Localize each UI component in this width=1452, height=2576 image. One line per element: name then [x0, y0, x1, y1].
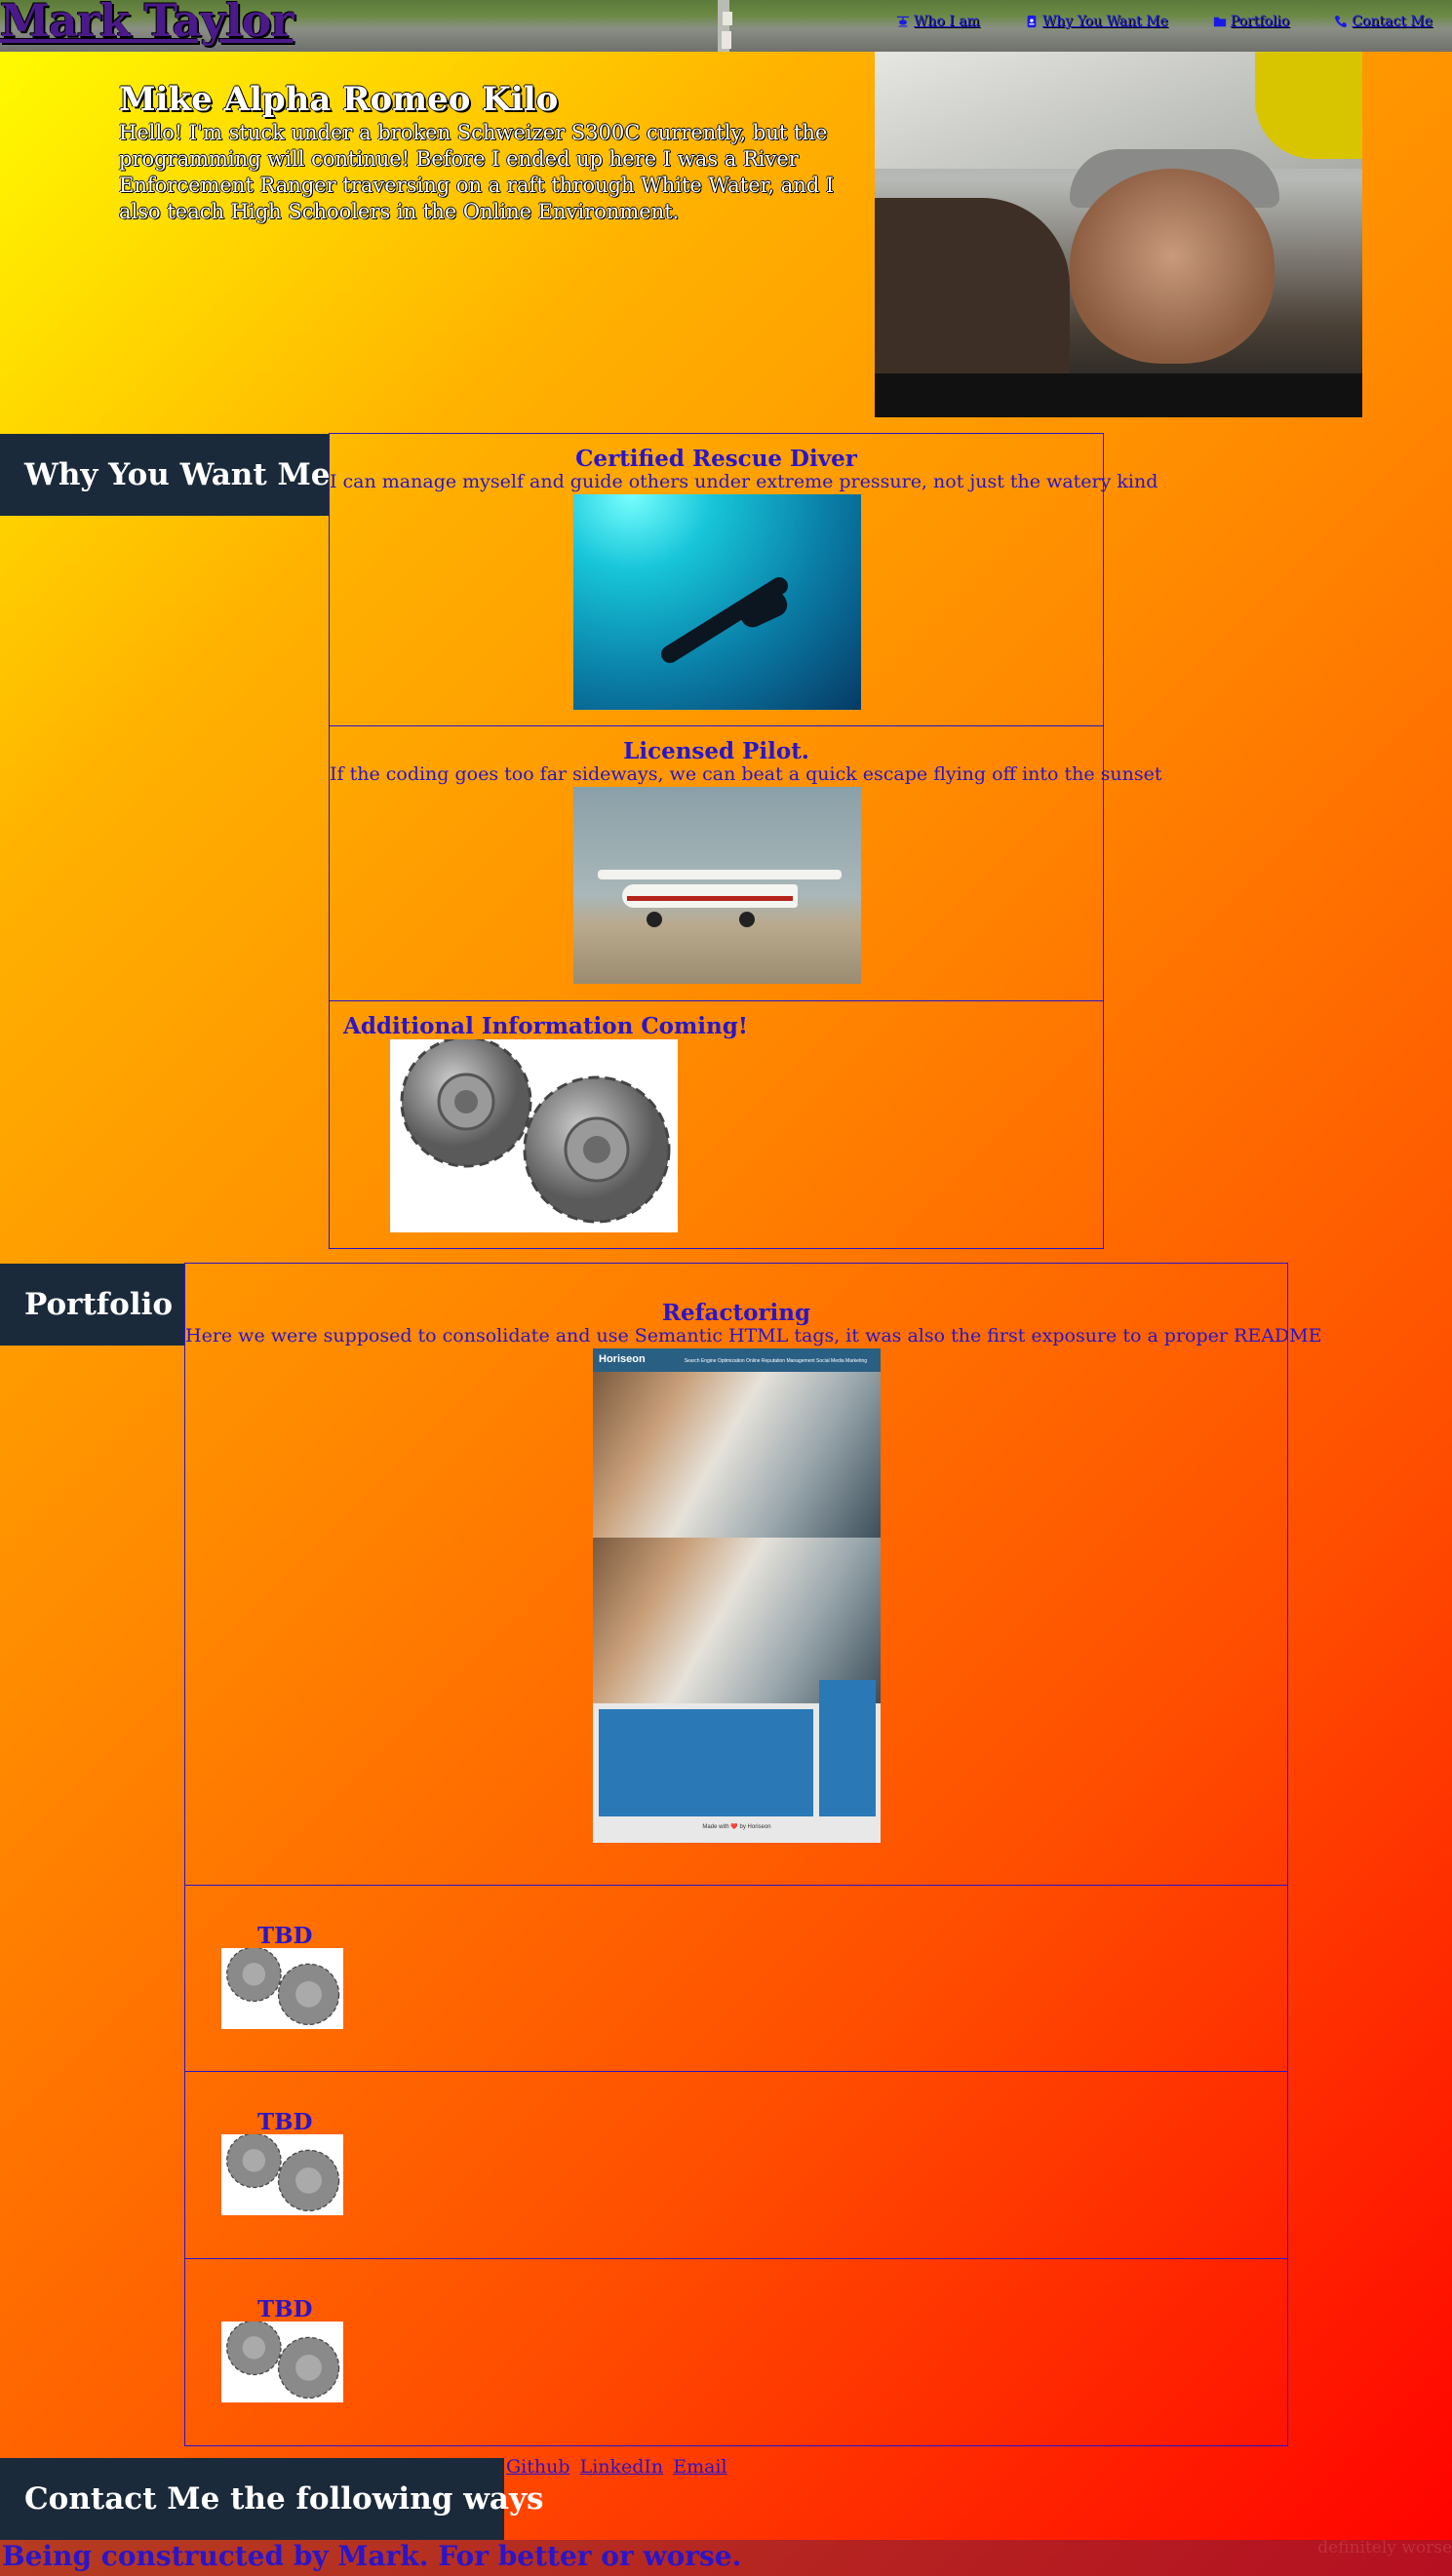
- profile-photo: [875, 52, 1362, 417]
- card-title: Additional Information Coming!: [343, 1013, 748, 1039]
- helicopter-icon: [896, 16, 910, 27]
- site-header: Mark Taylor Who I am Why You Want Me Por…: [0, 0, 1452, 52]
- linkedin-link[interactable]: LinkedIn: [580, 2456, 664, 2478]
- gears-image: [221, 2134, 343, 2215]
- gears-icon: [400, 1039, 671, 1224]
- section-label-why: Why You Want Me: [0, 434, 331, 516]
- nav-label: Portfolio: [1230, 14, 1290, 29]
- gears-icon: [226, 2322, 340, 2400]
- runway-stripe: [722, 31, 731, 49]
- screenshot-header: Horiseon Search Engine Optimization Onlin…: [593, 1348, 881, 1372]
- gears-image: [221, 2322, 343, 2402]
- why-card-diver: Certified Rescue Diver I can manage myse…: [329, 433, 1158, 726]
- folder-icon: [1213, 17, 1226, 27]
- card-title: TBD: [257, 1923, 313, 1949]
- nav-label: Contact Me: [1352, 14, 1432, 29]
- portfolio-card-refactoring: Refactoring Here we were supposed to con…: [184, 1263, 1322, 1886]
- gears-icon: [226, 2134, 340, 2212]
- hero-bio: Hello! I'm stuck under a broken Schweize…: [119, 121, 835, 223]
- portfolio-card-tbd: TBD: [184, 2071, 1288, 2259]
- phone-icon: [1335, 15, 1348, 28]
- nav-label: Why You Want Me: [1041, 14, 1168, 29]
- why-card-more: Additional Information Coming!: [329, 1000, 1104, 1249]
- hero-name: Mike Alpha Romeo Kilo: [119, 80, 559, 119]
- gears-icon: [226, 1948, 340, 2026]
- section-label-contact: Contact Me the following ways: [0, 2458, 543, 2540]
- card-title: TBD: [257, 2109, 313, 2135]
- card-title: Licensed Pilot.: [623, 738, 809, 764]
- card-text: Here we were supposed to consolidate and…: [185, 1325, 1322, 1347]
- card-title: Refactoring: [661, 1300, 811, 1326]
- nav-why-you-want-me[interactable]: Why You Want Me: [1025, 14, 1168, 29]
- diver-image: [573, 494, 861, 710]
- refactoring-screenshot: Horiseon Search Engine Optimization Onlin…: [593, 1348, 881, 1843]
- card-text: If the coding goes too far sideways, we …: [330, 763, 1162, 785]
- main-nav: Who I am Why You Want Me Portfolio Conta…: [896, 14, 1432, 29]
- brand-link[interactable]: Mark Taylor: [0, 0, 294, 47]
- footer-note: definitely worse: [1317, 2538, 1452, 2557]
- card-text: I can manage myself and guide others und…: [330, 471, 1158, 492]
- email-link[interactable]: Email: [673, 2456, 726, 2478]
- contact-links: Github LinkedIn Email: [506, 2456, 731, 2478]
- nav-portfolio[interactable]: Portfolio: [1213, 14, 1290, 29]
- gears-image: [221, 1948, 343, 2029]
- card-title: Certified Rescue Diver: [575, 446, 857, 472]
- airplane-image: [573, 787, 861, 984]
- portfolio-card-tbd: TBD: [184, 1885, 1288, 2072]
- footer-text: Being constructed by Mark. For better or…: [2, 2540, 742, 2572]
- github-link[interactable]: Github: [506, 2456, 570, 2478]
- gears-image: [390, 1039, 678, 1232]
- site-footer: Being constructed by Mark. For better or…: [0, 2538, 1452, 2576]
- nav-contact-me[interactable]: Contact Me: [1334, 14, 1432, 29]
- runway-stripe: [723, 12, 732, 25]
- why-card-pilot: Licensed Pilot. If the coding goes too f…: [329, 725, 1162, 1001]
- portfolio-card-tbd: TBD: [184, 2258, 1288, 2446]
- card-title: TBD: [257, 2296, 313, 2322]
- nav-label: Who I am: [913, 14, 980, 29]
- nav-who-i-am[interactable]: Who I am: [896, 14, 980, 29]
- section-label-portfolio: Portfolio: [0, 1264, 184, 1346]
- id-badge-icon: [1027, 15, 1037, 28]
